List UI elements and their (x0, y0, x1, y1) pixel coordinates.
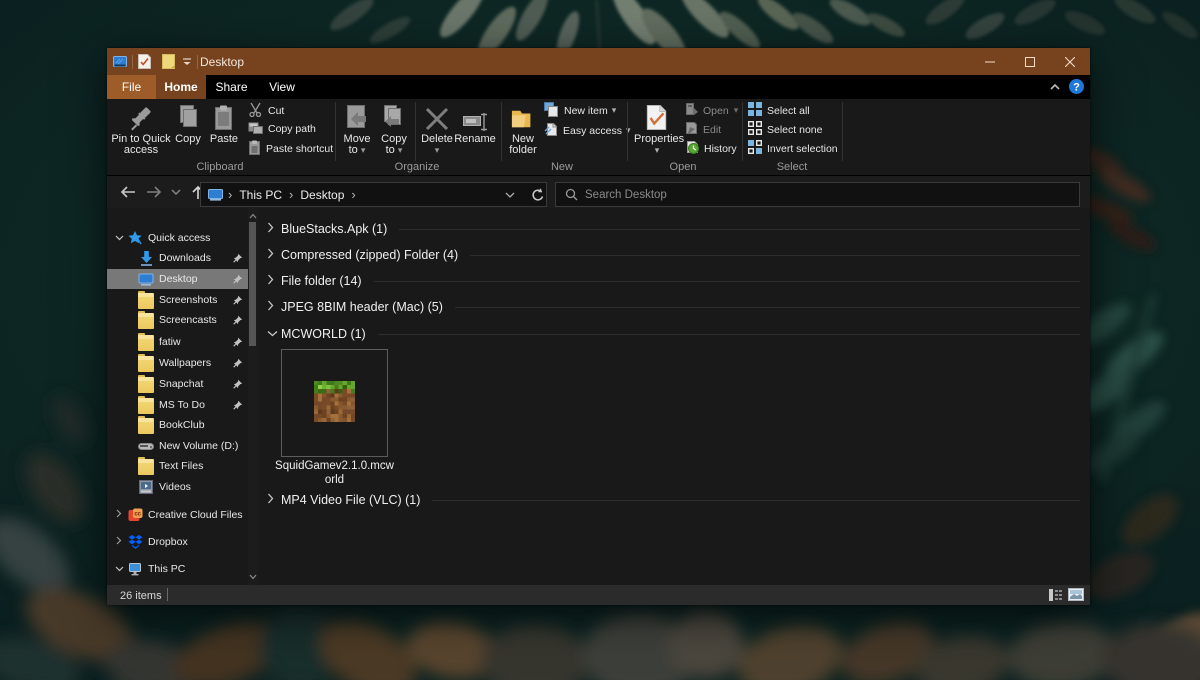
svg-text:cc: cc (134, 512, 141, 518)
svg-text:?: ? (1073, 82, 1080, 94)
